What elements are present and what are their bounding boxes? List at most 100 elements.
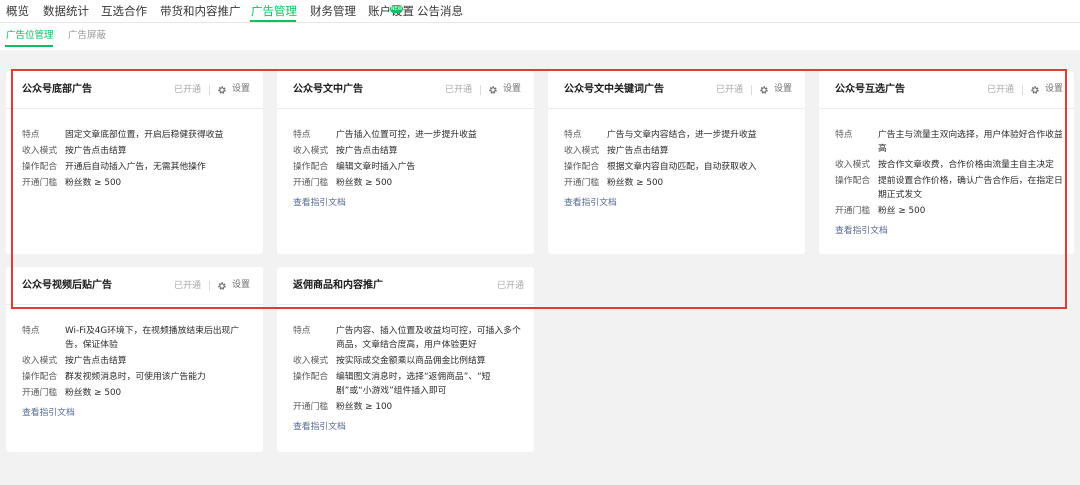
threshold-value: 粉丝数 ≥ 100: [336, 402, 393, 412]
subtab-ad-blocking[interactable]: 广告屏蔽: [68, 30, 106, 42]
guide-doc-link[interactable]: 查看指引文档: [835, 224, 1064, 238]
tab-commerce-promotion[interactable]: 带货和内容推广: [160, 3, 241, 19]
card-details: 特点 广告主与流量主双向选择，用户体验好合作收益高 收入模式 按合作文章收费，合作价…: [835, 128, 1064, 238]
gear-icon: [218, 281, 226, 290]
ad-card-mutual-selection: 公众号互选广告 已开通 设置 特点 广告主与流量主双向选择，用户体验好合作收益高 …: [819, 71, 1074, 254]
income-value: 按广告点击结算: [607, 146, 669, 156]
feature-row: 特点 Wi-Fi及4G环境下，在视频播放结束后出现广告，保证体验: [22, 324, 253, 352]
operation-label: 操作配合: [293, 372, 329, 382]
threshold-label: 开通门槛: [564, 178, 600, 188]
threshold-row: 开通门槛 粉丝数 ≥ 500: [22, 176, 253, 190]
card-title: 公众号互选广告: [835, 84, 905, 95]
operation-label: 操作配合: [22, 372, 58, 382]
card-details: 特点 广告插入位置可控，进一步提升收益 收入模式 按广告点击结算 操作配合 编辑文章时…: [293, 128, 524, 210]
threshold-row: 开通门槛 粉丝数 ≥ 500: [22, 386, 253, 400]
new-badge: NEW: [390, 5, 403, 13]
ad-card-in-article: 公众号文中广告 已开通 设置 特点 广告插入位置可控，进一步提升收益 收入模式 按广…: [277, 71, 534, 254]
card-details: 特点 广告与文章内容结合，进一步提升收益 收入模式 按广告点击结算 操作配合 根据文章…: [564, 128, 795, 210]
tab-mutual-selection[interactable]: 互选合作: [101, 3, 147, 19]
income-label: 收入模式: [564, 146, 600, 156]
operation-value: 开通后自动插入广告，无需其他操作: [65, 162, 206, 172]
feature-label: 特点: [564, 130, 582, 140]
threshold-label: 开通门槛: [835, 206, 871, 216]
threshold-value: 粉丝数 ≥ 500: [336, 178, 393, 188]
operation-label: 操作配合: [564, 162, 600, 172]
threshold-label: 开通门槛: [22, 388, 58, 398]
feature-row: 特点 广告主与流量主双向选择，用户体验好合作收益高: [835, 128, 1064, 156]
card-title: 公众号文中广告: [293, 84, 363, 95]
card-header: 公众号互选广告 已开通 设置: [819, 71, 1074, 109]
feature-row: 特点 广告内容、插入位置及收益均可控，可插入多个商品，文章结合度高，用户体验更好: [293, 324, 524, 352]
threshold-row: 开通门槛 粉丝数 ≥ 500: [564, 176, 795, 190]
income-value: 按广告点击结算: [65, 356, 127, 366]
tab-finance[interactable]: 财务管理: [310, 3, 356, 19]
guide-doc-link[interactable]: 查看指引文档: [22, 406, 253, 420]
status-label: 已开通: [174, 281, 202, 291]
card-title: 公众号视频后贴广告: [22, 280, 112, 291]
income-row: 收入模式 按广告点击结算: [22, 144, 253, 158]
settings-label: 设置: [1045, 84, 1064, 94]
operation-row: 操作配合 编辑图文消息时，选择“返佣商品”、“短剧”或“小游戏”组件插入即可: [293, 370, 524, 398]
ad-card-bottom: 公众号底部广告 已开通 设置 特点 固定文章底部位置，开启后稳健获得收益 收入模式…: [6, 71, 263, 254]
income-value: 按实际成交金额乘以商品佣金比例结算: [336, 356, 486, 366]
feature-label: 特点: [293, 130, 311, 140]
settings-button[interactable]: 设置: [217, 279, 250, 292]
operation-value: 提前设置合作价格，确认广告合作后，在指定日期正式发文: [878, 176, 1063, 200]
threshold-value: 粉丝数 ≥ 500: [65, 388, 122, 398]
card-title: 返佣商品和内容推广: [293, 280, 383, 291]
top-nav: 概览 数据统计 互选合作 带货和内容推广 广告管理 财务管理 账户设置 NEW …: [0, 0, 1080, 23]
card-details: 特点 Wi-Fi及4G环境下，在视频播放结束后出现广告，保证体验 收入模式 按广告点…: [22, 324, 253, 420]
divider: [209, 281, 210, 291]
income-label: 收入模式: [835, 160, 871, 170]
card-header: 公众号底部广告 已开通 设置: [6, 71, 263, 109]
settings-button[interactable]: 设置: [217, 83, 250, 96]
operation-row: 操作配合 编辑文章时插入广告: [293, 160, 524, 174]
feature-label: 特点: [835, 130, 853, 140]
operation-row: 操作配合 根据文章内容自动匹配，自动获取收入: [564, 160, 795, 174]
card-header: 公众号文中广告 已开通 设置: [277, 71, 534, 109]
feature-value: 广告插入位置可控，进一步提升收益: [336, 130, 477, 140]
operation-label: 操作配合: [293, 162, 329, 172]
ad-card-video-post-roll: 公众号视频后贴广告 已开通 设置 特点 Wi-Fi及4G环境下，在视频播放结束后出…: [6, 267, 263, 452]
operation-value: 编辑文章时插入广告: [336, 162, 416, 172]
card-details: 特点 广告内容、插入位置及收益均可控，可插入多个商品，文章结合度高，用户体验更好 …: [293, 324, 524, 434]
tab-ad-management[interactable]: 广告管理: [251, 3, 297, 19]
settings-label: 设置: [232, 84, 251, 94]
card-title: 公众号文中关键词广告: [564, 84, 664, 95]
operation-row: 操作配合 提前设置合作价格，确认广告合作后，在指定日期正式发文: [835, 174, 1064, 202]
settings-label: 设置: [774, 84, 793, 94]
feature-value: 广告与文章内容结合，进一步提升收益: [607, 130, 757, 140]
income-label: 收入模式: [22, 146, 58, 156]
income-label: 收入模式: [293, 146, 329, 156]
settings-button[interactable]: 设置: [488, 83, 521, 96]
income-row: 收入模式 按广告点击结算: [22, 354, 253, 368]
income-row: 收入模式 按广告点击结算: [293, 144, 524, 158]
income-row: 收入模式 按合作文章收费，合作价格由流量主自主决定: [835, 158, 1064, 172]
divider: [209, 85, 210, 95]
guide-doc-link[interactable]: 查看指引文档: [293, 420, 524, 434]
operation-value: 编辑图文消息时，选择“返佣商品”、“短剧”或“小游戏”组件插入即可: [336, 372, 491, 396]
tab-data-stats[interactable]: 数据统计: [43, 3, 89, 19]
guide-doc-link[interactable]: 查看指引文档: [293, 196, 524, 210]
income-value: 按合作文章收费，合作价格由流量主自主决定: [878, 160, 1054, 170]
threshold-value: 粉丝数 ≥ 500: [65, 178, 122, 188]
threshold-row: 开通门槛 粉丝数 ≥ 500: [293, 176, 524, 190]
guide-doc-link[interactable]: 查看指引文档: [564, 196, 795, 210]
feature-label: 特点: [293, 326, 311, 336]
tab-announcements[interactable]: 公告消息: [417, 3, 463, 19]
feature-row: 特点 广告插入位置可控，进一步提升收益: [293, 128, 524, 142]
income-value: 按广告点击结算: [65, 146, 127, 156]
feature-row: 特点 广告与文章内容结合，进一步提升收益: [564, 128, 795, 142]
status-label: 已开通: [497, 281, 525, 291]
income-value: 按广告点击结算: [336, 146, 398, 156]
threshold-value: 粉丝数 ≥ 500: [607, 178, 664, 188]
active-tab-indicator: [250, 20, 296, 22]
settings-button[interactable]: 设置: [1030, 83, 1063, 96]
threshold-label: 开通门槛: [293, 402, 329, 412]
gear-icon: [1031, 85, 1039, 94]
card-title: 公众号底部广告: [22, 84, 92, 95]
settings-button[interactable]: 设置: [759, 83, 792, 96]
subtab-ad-slot-management[interactable]: 广告位管理: [6, 30, 54, 42]
operation-row: 操作配合 群发视频消息时，可使用该广告能力: [22, 370, 253, 384]
tab-overview[interactable]: 概览: [6, 3, 29, 19]
